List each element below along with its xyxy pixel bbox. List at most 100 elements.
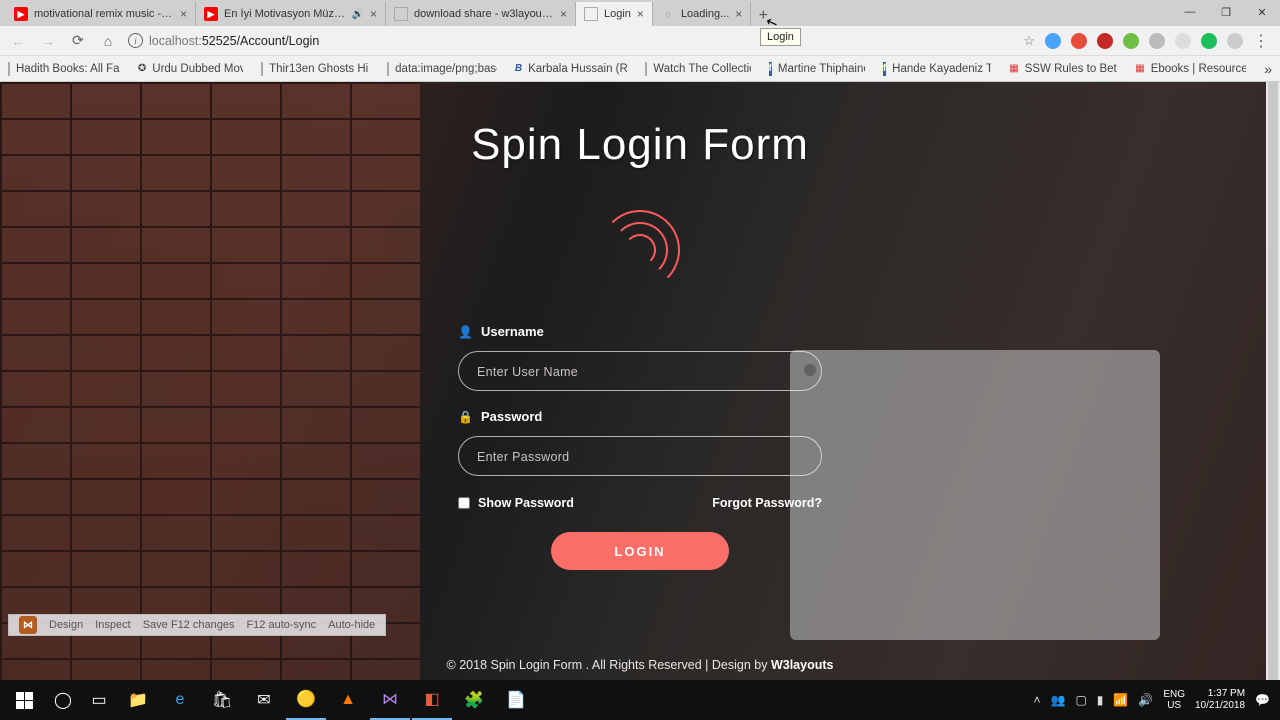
tab-title: Loading... (681, 8, 729, 20)
page-icon (387, 62, 389, 76)
maximize-button[interactable]: ❐ (1208, 0, 1244, 24)
tab-login[interactable]: Login × (576, 2, 653, 26)
app-icon[interactable]: 🧩 (454, 680, 494, 720)
bookmark-item[interactable]: fHande Kayadeniz To (883, 62, 991, 76)
store-icon[interactable]: 🛍 (202, 680, 242, 720)
volume-icon[interactable]: 🔊 (1138, 693, 1153, 707)
vs-design[interactable]: Design (49, 619, 83, 631)
tray-icon[interactable]: ▢ (1075, 693, 1086, 707)
bookmarks-overflow[interactable]: » (1264, 61, 1272, 77)
youtube-icon: ▶ (204, 7, 218, 21)
tab-title: download share - w3layouts.com (414, 8, 554, 20)
page-icon (8, 62, 10, 76)
vs-autohide[interactable]: Auto-hide (328, 619, 375, 631)
audio-icon[interactable]: 🔊 (352, 9, 364, 20)
password-input[interactable] (458, 436, 822, 476)
show-password-toggle[interactable]: Show Password (458, 496, 574, 510)
tray-overflow-icon[interactable]: ˄ (1033, 693, 1040, 707)
footer-text: © 2018 Spin Login Form . All Rights Rese… (447, 658, 771, 672)
forward-button[interactable]: → (38, 31, 58, 51)
vlc-icon[interactable]: ▲ (328, 680, 368, 720)
bookmark-item[interactable]: ✪Urdu Dubbed Movie (138, 62, 243, 76)
visual-studio-icon[interactable]: ⋈ (370, 680, 410, 720)
facebook-icon: f (883, 62, 886, 76)
new-tab-button[interactable]: + (751, 6, 775, 26)
footer-link[interactable]: W3layouts (771, 658, 834, 672)
bookmark-item[interactable]: ▦SSW Rules to Better (1009, 62, 1117, 76)
password-label: 🔒 Password (458, 409, 822, 424)
bookmark-star-icon[interactable]: ☆ (1023, 33, 1035, 49)
close-icon[interactable]: × (735, 7, 742, 21)
bookmark-label: Watch The Collectio (653, 63, 750, 75)
tab-youtube-2[interactable]: ▶ En İyi Motivasyon Müzikleri 🔊 × (196, 2, 386, 26)
wifi-icon[interactable]: 📶 (1113, 693, 1128, 707)
bookmark-item[interactable]: ▦Ebooks | Resources | (1135, 62, 1246, 76)
chrome-menu-icon[interactable]: ⋮ (1253, 31, 1268, 51)
login-button[interactable]: LOGIN (551, 532, 729, 570)
close-icon[interactable]: × (180, 7, 187, 21)
bookmark-item[interactable]: data:image/png;base (387, 62, 497, 76)
bookmark-item[interactable]: Hadith Books: All Fan (8, 62, 120, 76)
locale-code: US (1163, 700, 1185, 711)
vs-browserlink-toolbar[interactable]: ⋈ Design Inspect Save F12 changes F12 au… (8, 614, 386, 636)
forgot-password-link[interactable]: Forgot Password? (712, 496, 822, 510)
bookmark-label: SSW Rules to Better (1025, 63, 1118, 75)
tab-title: Login (604, 8, 631, 20)
tab-youtube-1[interactable]: ▶ motivational remix music - YouT × (6, 2, 196, 26)
tab-w3layouts[interactable]: download share - w3layouts.com × (386, 2, 576, 26)
username-input[interactable] (458, 351, 822, 391)
site-info-icon[interactable]: i (128, 33, 143, 48)
window-close-button[interactable]: ✕ (1244, 0, 1280, 24)
vs-save[interactable]: Save F12 changes (143, 619, 235, 631)
camtasia-icon[interactable]: ◧ (412, 680, 452, 720)
task-view-icon[interactable]: ▭ (82, 680, 116, 720)
bookmark-item[interactable]: Thir13en Ghosts Hin (261, 62, 369, 76)
close-icon[interactable]: × (637, 7, 644, 21)
vertical-scrollbar[interactable] (1266, 82, 1280, 680)
bookmark-item[interactable]: BKarbala Hussain (R.A (515, 62, 627, 76)
username-label: 👤 Username (458, 324, 822, 339)
vs-autosync[interactable]: F12 auto-sync (246, 619, 316, 631)
page-icon (394, 7, 408, 21)
bookmark-label: Martine Thiphaine (778, 63, 865, 75)
input-language[interactable]: ENG US (1163, 689, 1185, 711)
spinner-icon: ◌ (661, 7, 675, 21)
extension-icon[interactable] (1071, 33, 1087, 49)
mail-icon[interactable]: ✉ (244, 680, 284, 720)
extension-icon[interactable] (1045, 33, 1061, 49)
extension-icon[interactable] (1175, 33, 1191, 49)
start-button[interactable] (4, 680, 44, 720)
profile-icon[interactable] (1227, 33, 1243, 49)
bookmark-item[interactable]: Watch The Collectio (645, 62, 750, 76)
notepad-icon[interactable]: 📄 (496, 680, 536, 720)
chrome-icon[interactable]: 🟡 (286, 680, 326, 720)
people-icon[interactable]: 👥 (1051, 693, 1066, 707)
minimize-button[interactable]: — (1172, 0, 1208, 24)
tab-strip: ▶ motivational remix music - YouT × ▶ En… (0, 0, 1280, 26)
file-explorer-icon[interactable]: 📁 (118, 680, 158, 720)
home-button[interactable]: ⌂ (98, 31, 118, 51)
close-icon[interactable]: × (370, 7, 377, 21)
extension-icon[interactable] (1123, 33, 1139, 49)
extension-icon[interactable] (1201, 33, 1217, 49)
cortana-search-icon[interactable]: ◯ (46, 680, 80, 720)
bookmark-label: Hadith Books: All Fan (16, 63, 120, 75)
edge-icon[interactable]: e (160, 680, 200, 720)
page-title: Spin Login Form (471, 120, 809, 170)
battery-icon[interactable]: ▮ (1097, 693, 1104, 707)
vs-inspect[interactable]: Inspect (95, 619, 130, 631)
url-field[interactable]: i localhost:52525/Account/Login (128, 33, 1013, 48)
url-path: 52525/Account/Login (202, 34, 319, 48)
action-center-icon[interactable]: 💬 (1255, 693, 1270, 707)
reload-button[interactable]: ⟳ (68, 31, 88, 51)
bookmark-item[interactable]: fMartine Thiphaine (769, 62, 865, 76)
label-text: Username (481, 324, 544, 339)
show-password-checkbox[interactable] (458, 497, 470, 509)
bookmarks-bar: Hadith Books: All Fan ✪Urdu Dubbed Movie… (0, 56, 1280, 82)
close-icon[interactable]: × (560, 7, 567, 21)
extension-icon[interactable] (1149, 33, 1165, 49)
back-button[interactable]: ← (8, 31, 28, 51)
tab-loading[interactable]: ◌ Loading... × (653, 2, 751, 26)
adblock-icon[interactable] (1097, 33, 1113, 49)
system-clock[interactable]: 1:37 PM 10/21/2018 (1195, 688, 1245, 712)
